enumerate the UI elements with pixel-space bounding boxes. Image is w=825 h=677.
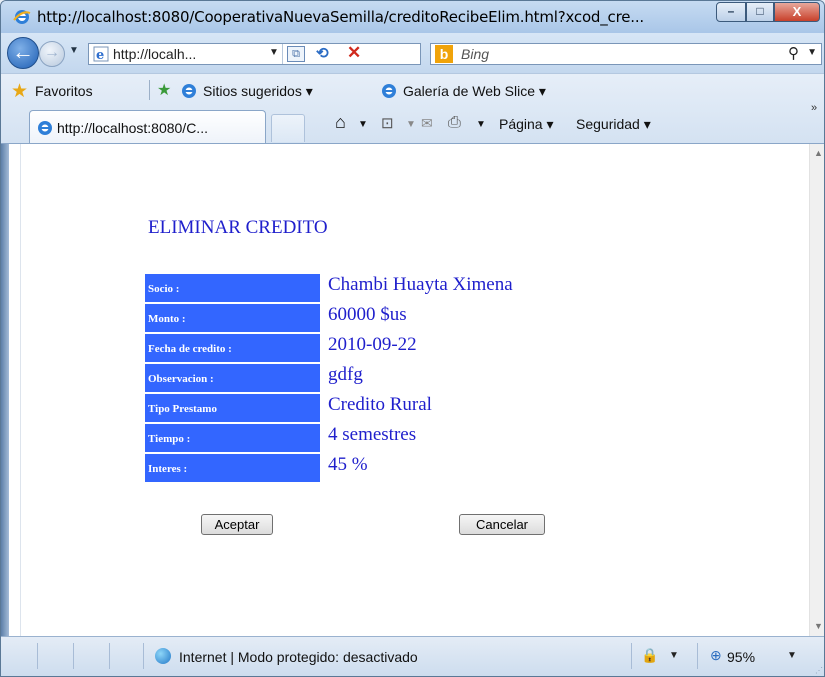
safety-menu[interactable]: Seguridad ▾ — [576, 116, 651, 133]
field-value: 4 semestres — [328, 424, 417, 445]
field-value: 45 % — [328, 454, 368, 475]
favorites-command-bar: ★ Favoritos ★ Sitios sugeridos ▾ Galería… — [1, 73, 824, 144]
zoom-dropdown-icon[interactable]: ▼ — [787, 650, 797, 661]
cancel-button[interactable]: Cancelar — [459, 514, 545, 535]
bing-icon: b — [435, 45, 453, 63]
zoom-level[interactable]: 95% — [727, 649, 755, 665]
ie-logo-icon — [13, 10, 31, 24]
scroll-down-icon[interactable]: ▼ — [814, 621, 823, 631]
favorites-row: ★ Favoritos ★ Sitios sugeridos ▾ Galería… — [1, 74, 824, 106]
status-divider — [109, 643, 110, 669]
page-menu[interactable]: Página ▾ — [499, 116, 554, 133]
web-slice-gallery-label: Galería de Web Slice ▾ — [403, 83, 546, 99]
ie-page-icon — [38, 121, 52, 135]
left-frame-edge — [1, 144, 9, 637]
suggested-sites-label: Sitios sugeridos ▾ — [203, 83, 313, 99]
field-label: Monto : — [145, 304, 320, 332]
history-dropdown-icon[interactable]: ▼ — [69, 45, 79, 56]
field-label: Interes : — [145, 454, 320, 482]
mail-icon[interactable]: ✉ — [421, 115, 433, 132]
new-tab-button[interactable] — [271, 114, 305, 142]
tab-label: http://localhost:8080/C... — [57, 120, 208, 136]
field-value: Credito Rural — [328, 394, 432, 415]
accept-button[interactable]: Aceptar — [201, 514, 273, 535]
field-label: Tipo Prestamo — [145, 394, 320, 422]
web-slice-gallery-link[interactable]: Galería de Web Slice ▾ — [381, 83, 546, 100]
forward-button[interactable]: → — [39, 41, 65, 67]
field-label: Tiempo : — [145, 424, 320, 452]
search-field[interactable]: b Bing ⚲ ▼ — [430, 43, 822, 65]
field-value: gdfg — [328, 364, 363, 385]
url-dropdown-icon[interactable]: ▼ — [269, 47, 279, 58]
status-divider — [697, 643, 698, 669]
address-bar: ← → ▼ e http://localh... ▼ ⧉ ⟲ ✕ b Bing … — [1, 33, 824, 73]
page-title: ELIMINAR CREDITO — [148, 217, 328, 238]
status-divider — [73, 643, 74, 669]
scroll-up-icon[interactable]: ▲ — [814, 148, 823, 158]
page-icon: e — [93, 46, 109, 62]
print-dropdown-icon[interactable]: ▼ — [476, 119, 486, 130]
status-divider — [631, 643, 632, 669]
left-margin — [9, 144, 21, 637]
add-to-favorites-icon[interactable]: ★ — [157, 80, 171, 100]
field-label: Observacion : — [145, 364, 320, 392]
chevron-right-icon[interactable]: » — [811, 102, 817, 114]
field-value: 60000 $us — [328, 304, 407, 325]
favorites-star-icon[interactable]: ★ — [11, 80, 28, 103]
internet-zone-icon — [155, 648, 171, 664]
favorites-button[interactable]: Favoritos — [35, 83, 93, 99]
search-placeholder: Bing — [461, 46, 490, 62]
page-content: ELIMINAR CREDITO Socio : Chambi Huayta X… — [1, 143, 824, 637]
resize-grip-icon[interactable]: ⋰ — [815, 666, 823, 675]
zoom-icon[interactable]: ⊕ — [710, 647, 722, 664]
favorites-separator — [149, 80, 150, 100]
window-title: http://localhost:8080/CooperativaNuevaSe… — [37, 8, 644, 26]
home-icon[interactable]: ⌂ — [335, 112, 346, 133]
feeds-dropdown-icon[interactable]: ▼ — [406, 119, 416, 130]
url-text[interactable]: http://localh... — [113, 46, 196, 62]
ie-page-icon — [182, 84, 196, 98]
status-divider — [143, 643, 144, 669]
refresh-icon[interactable]: ⟲ — [316, 44, 329, 62]
stop-icon[interactable]: ✕ — [347, 43, 361, 63]
status-divider — [37, 643, 38, 669]
browser-window: http://localhost:8080/CooperativaNuevaSe… — [0, 0, 825, 677]
search-icon[interactable]: ⚲ — [788, 44, 799, 62]
field-label: Fecha de credito : — [145, 334, 320, 362]
vertical-scrollbar[interactable]: ▲ ▼ — [809, 144, 824, 637]
tab-active[interactable]: http://localhost:8080/C... — [29, 110, 266, 144]
close-button[interactable]: X — [774, 2, 820, 22]
tab-row: http://localhost:8080/C... ⌂ ▼ ⊡ ▼ ✉ ⎙ ▼… — [1, 102, 824, 144]
minimize-button[interactable]: – — [716, 2, 746, 22]
url-field[interactable]: e http://localh... ▼ ⧉ ⟲ ✕ — [88, 43, 421, 65]
maximize-button[interactable]: □ — [746, 2, 774, 22]
search-dropdown-icon[interactable]: ▼ — [807, 47, 817, 58]
protected-mode-icon[interactable]: 🔒 — [641, 647, 658, 664]
protected-mode-dropdown-icon[interactable]: ▼ — [669, 650, 679, 661]
url-separator — [282, 44, 283, 64]
field-value: 2010-09-22 — [328, 334, 417, 355]
print-icon[interactable]: ⎙ — [448, 114, 461, 132]
back-button[interactable]: ← — [7, 37, 39, 69]
compatibility-view-icon[interactable]: ⧉ — [287, 46, 305, 62]
title-bar: http://localhost:8080/CooperativaNuevaSe… — [1, 1, 824, 33]
feeds-icon[interactable]: ⊡ — [381, 114, 394, 132]
status-bar: Internet | Modo protegido: desactivado 🔒… — [1, 636, 824, 676]
caption-buttons: – □ X — [716, 2, 820, 22]
svg-text:e: e — [96, 48, 104, 62]
security-zone-text[interactable]: Internet | Modo protegido: desactivado — [179, 649, 418, 665]
field-label: Socio : — [145, 274, 320, 302]
home-dropdown-icon[interactable]: ▼ — [358, 119, 368, 130]
field-value: Chambi Huayta Ximena — [328, 274, 513, 295]
ie-page-icon — [382, 84, 396, 98]
suggested-sites-link[interactable]: Sitios sugeridos ▾ — [181, 83, 313, 100]
